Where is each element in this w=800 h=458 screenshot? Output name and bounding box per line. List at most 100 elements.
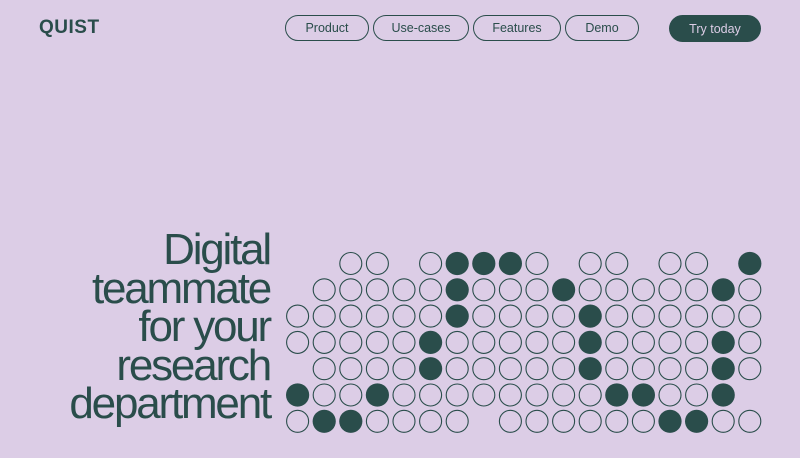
dot-outline [578, 409, 602, 433]
dot-outline [286, 330, 310, 354]
dot-outline [525, 330, 549, 354]
dot-outline [525, 304, 549, 328]
dot-outline [392, 383, 416, 407]
dot-filled [711, 330, 735, 354]
dot-outline [738, 278, 762, 302]
dot-outline [658, 251, 682, 276]
dot-outline [685, 330, 709, 354]
dot-outline [685, 251, 709, 276]
dot-outline [286, 304, 310, 328]
dot-outline [312, 278, 336, 302]
dot-outline [392, 304, 416, 328]
dot-filled [578, 357, 602, 381]
dot-outline [525, 278, 549, 302]
dot-outline [472, 330, 496, 354]
dot-outline [738, 330, 762, 354]
dot-outline [685, 304, 709, 328]
dot-outline [658, 278, 682, 302]
dot-filled [498, 251, 522, 276]
dot-outline [339, 304, 363, 328]
dot-filled [365, 383, 389, 407]
dot-outline [312, 304, 336, 328]
dot-outline [498, 278, 522, 302]
dot-outline [605, 409, 629, 433]
dot-outline [498, 330, 522, 354]
dot-outline [605, 278, 629, 302]
dot-outline [365, 278, 389, 302]
dot-outline [472, 304, 496, 328]
dot-outline [392, 278, 416, 302]
dot-filled [445, 278, 469, 302]
dot-outline [605, 304, 629, 328]
dot-filled [419, 357, 443, 381]
dot-filled [552, 278, 576, 302]
dot-outline [445, 330, 469, 354]
dot-outline [445, 409, 469, 433]
dot-outline [339, 357, 363, 381]
dot-outline [578, 278, 602, 302]
dot-outline [498, 409, 522, 433]
dot-outline [631, 304, 655, 328]
dot-outline [365, 357, 389, 381]
dot-filled [605, 383, 629, 407]
dot-outline [498, 357, 522, 381]
dot-outline [419, 304, 443, 328]
dot-outline [658, 304, 682, 328]
dot-outline [525, 357, 549, 381]
dot-filled [711, 357, 735, 381]
dot-outline [711, 304, 735, 328]
dot-outline [711, 409, 735, 433]
dot-outline [605, 357, 629, 381]
dot-outline [419, 251, 443, 276]
dot-outline [685, 357, 709, 381]
dot-filled [339, 409, 363, 433]
dot-outline [738, 409, 762, 433]
dot-outline [525, 383, 549, 407]
dot-outline [552, 304, 576, 328]
dot-filled [685, 409, 709, 433]
dot-filled [419, 330, 443, 354]
dot-outline [365, 409, 389, 433]
dot-outline [552, 357, 576, 381]
dot-filled [578, 330, 602, 354]
dot-outline [552, 330, 576, 354]
dot-outline [472, 278, 496, 302]
dot-outline [312, 383, 336, 407]
dot-outline [498, 304, 522, 328]
dot-filled [286, 383, 310, 407]
dot-outline [445, 383, 469, 407]
dot-outline [738, 304, 762, 328]
dot-outline [419, 409, 443, 433]
dot-outline [525, 409, 549, 433]
dot-outline [631, 357, 655, 381]
dot-outline [339, 278, 363, 302]
dot-outline [339, 383, 363, 407]
dot-outline [392, 357, 416, 381]
dot-outline [365, 251, 389, 276]
dot-outline [445, 357, 469, 381]
dot-outline [605, 251, 629, 276]
dot-grid-illustration [286, 251, 762, 433]
dot-outline [472, 383, 496, 407]
dot-filled [711, 278, 735, 302]
dot-filled [631, 383, 656, 407]
dot-filled [711, 383, 735, 407]
dot-outline [498, 383, 522, 407]
dot-outline [578, 383, 602, 407]
dot-outline [685, 383, 709, 407]
dot-filled [738, 251, 762, 276]
dot-filled [578, 304, 602, 328]
dot-filled [472, 251, 496, 276]
dot-outline [392, 330, 416, 354]
dot-outline [578, 251, 602, 276]
dot-outline [472, 357, 496, 381]
dot-outline [312, 357, 336, 381]
dot-filled [445, 304, 469, 328]
dot-outline [286, 409, 310, 433]
dot-outline [339, 330, 363, 354]
dot-outline [685, 278, 709, 302]
dot-outline [525, 251, 549, 276]
dot-outline [631, 409, 655, 433]
dot-outline [365, 330, 389, 354]
dot-outline [312, 330, 336, 354]
